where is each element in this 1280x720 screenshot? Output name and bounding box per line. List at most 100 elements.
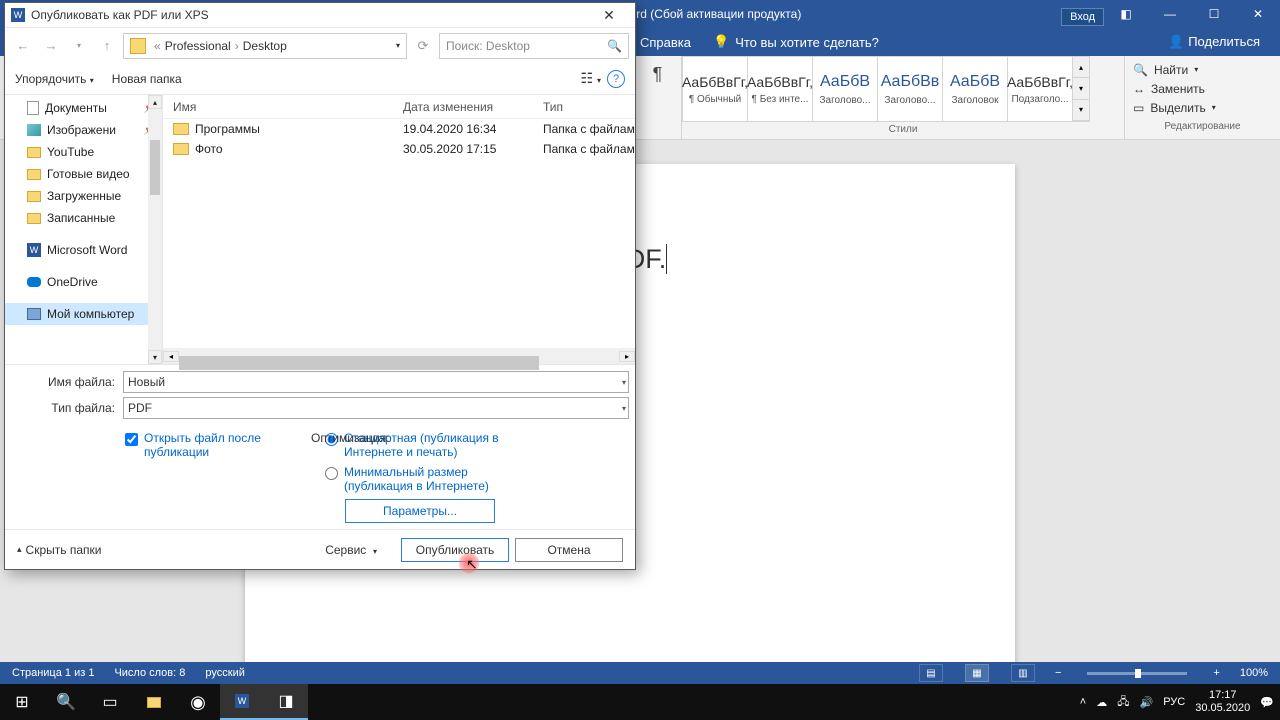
file-row[interactable]: Фото30.05.2020 17:15Папка с файлам xyxy=(163,139,635,159)
share-button[interactable]: 👤 Поделиться xyxy=(1168,34,1260,50)
ribbon-display-icon[interactable]: ◧ xyxy=(1104,0,1148,28)
tree-item[interactable]: Записанные xyxy=(5,207,162,229)
dialog-title: Опубликовать как PDF или XPS xyxy=(31,8,209,22)
file-list: Имя Дата изменения Тип Программы19.04.20… xyxy=(163,95,635,364)
service-button[interactable]: Сервис ▾ xyxy=(325,543,377,557)
onedrive-tray-icon[interactable]: ☁ xyxy=(1096,696,1107,709)
breadcrumb[interactable]: « Professional › Desktop ▾ xyxy=(123,33,407,59)
chevron-up-icon: ▴ xyxy=(17,544,22,555)
word-login-button[interactable]: Вход xyxy=(1061,8,1104,26)
opt-min-radio[interactable]: Минимальный размер (публикация в Интерне… xyxy=(325,465,515,493)
zoom-slider[interactable] xyxy=(1087,672,1187,675)
tree-item[interactable]: Изображени📌 xyxy=(5,119,162,141)
word-taskbar-button[interactable]: W xyxy=(220,684,264,720)
zoom-value[interactable]: 100% xyxy=(1240,667,1268,679)
tree-item[interactable]: WMicrosoft Word xyxy=(5,239,162,261)
dialog-titlebar: W Опубликовать как PDF или XPS ✕ xyxy=(5,3,635,27)
bulb-icon: 💡 xyxy=(713,34,729,50)
organize-button[interactable]: Упорядочить ▾ xyxy=(15,72,94,86)
start-button[interactable]: ⊞ xyxy=(0,684,44,720)
explorer-button[interactable] xyxy=(132,684,176,720)
network-tray-icon[interactable]: 🖧 xyxy=(1117,693,1129,712)
optimization-label: Оптимизация: xyxy=(311,431,390,445)
zoom-in-icon[interactable]: + xyxy=(1213,667,1219,679)
folder-icon xyxy=(130,38,146,54)
language-indicator[interactable]: РУС xyxy=(1163,696,1185,708)
help-icon[interactable]: ? xyxy=(607,70,625,88)
search-input[interactable]: Поиск: Desktop 🔍 xyxy=(439,33,629,59)
taskbar: ⊞ 🔍 ▭ ◉ W ◨ ˄ ☁ 🖧 🔊 РУС 17:1730.05.2020 … xyxy=(0,684,1280,720)
status-lang[interactable]: русский xyxy=(205,667,244,679)
replace-button[interactable]: ↔Заменить xyxy=(1133,79,1272,98)
dialog-footer: ▴Скрыть папки Сервис ▾ Опубликовать Отме… xyxy=(5,529,635,569)
cancel-button[interactable]: Отмена xyxy=(515,538,623,562)
search-icon: 🔍 xyxy=(1133,63,1148,77)
tree-item[interactable]: Документы📌 xyxy=(5,97,162,119)
close-icon[interactable]: ✕ xyxy=(1236,0,1280,28)
style-button[interactable]: АаБбВвЗаголово... xyxy=(877,56,943,122)
dialog-toolbar: Упорядочить ▾ Новая папка ☷ ▾ ? xyxy=(5,63,635,95)
tree-scrollbar[interactable]: ▴▾ xyxy=(148,95,162,364)
zoom-out-icon[interactable]: − xyxy=(1055,667,1061,679)
paragraph-marks-icon[interactable]: ¶ xyxy=(634,56,682,139)
tray-chevron-icon[interactable]: ˄ xyxy=(1080,696,1086,708)
dialog-close-icon[interactable]: ✕ xyxy=(589,7,629,24)
status-page[interactable]: Страница 1 из 1 xyxy=(12,667,94,679)
folder-tree[interactable]: Документы📌Изображени📌YouTubeГотовые виде… xyxy=(5,95,163,364)
publish-button[interactable]: Опубликовать xyxy=(401,538,509,562)
style-button[interactable]: АаБбВЗаголово... xyxy=(812,56,878,122)
search-icon: 🔍 xyxy=(607,39,622,53)
replace-icon: ↔ xyxy=(1133,82,1145,96)
tree-item[interactable]: Мой компьютер xyxy=(5,303,162,325)
notifications-icon[interactable]: 💬 xyxy=(1260,696,1274,709)
tree-item[interactable]: YouTube xyxy=(5,141,162,163)
style-button[interactable]: АаБбВЗаголовок xyxy=(942,56,1008,122)
tab-help[interactable]: Справка xyxy=(640,35,691,50)
open-after-checkbox[interactable]: Открыть файл после публикации xyxy=(125,431,285,523)
tree-item[interactable]: Готовые видео xyxy=(5,163,162,185)
file-fields: Имя файла: Новый▾ Тип файла: PDF▾ xyxy=(5,364,635,425)
maximize-icon[interactable]: ☐ xyxy=(1192,0,1236,28)
publish-pdf-dialog: W Опубликовать как PDF или XPS ✕ ← → ▾ ↑… xyxy=(4,2,636,570)
refresh-icon[interactable]: ⟳ xyxy=(411,34,435,58)
tell-me[interactable]: 💡Что вы хотите сделать? xyxy=(713,34,879,50)
tree-item[interactable]: Загруженные xyxy=(5,185,162,207)
filename-input[interactable]: Новый▾ xyxy=(123,371,629,393)
volume-tray-icon[interactable]: 🔊 xyxy=(1140,696,1154,709)
minimize-icon[interactable]: — xyxy=(1148,0,1192,28)
view-read-icon[interactable]: ▤ xyxy=(919,664,943,682)
styles-label: Стили xyxy=(682,122,1124,138)
chrome-button[interactable]: ◉ xyxy=(176,684,220,720)
style-button[interactable]: АаБбВвГг,Подзаголо... xyxy=(1007,56,1073,122)
filetype-select[interactable]: PDF▾ xyxy=(123,397,629,419)
find-button[interactable]: 🔍Найти ▾ xyxy=(1133,60,1272,79)
system-tray: ˄ ☁ 🖧 🔊 РУС 17:1730.05.2020 💬 xyxy=(1080,689,1280,715)
search-button[interactable]: 🔍 xyxy=(44,684,88,720)
style-button[interactable]: АаБбВвГг,¶ Обычный xyxy=(682,56,748,122)
parameters-button[interactable]: Параметры... xyxy=(345,499,495,523)
status-words[interactable]: Число слов: 8 xyxy=(114,667,185,679)
hide-folders-button[interactable]: ▴Скрыть папки xyxy=(17,543,101,557)
file-row[interactable]: Программы19.04.2020 16:34Папка с файлам xyxy=(163,119,635,139)
nav-recent-icon[interactable]: ▾ xyxy=(67,34,91,58)
tree-item[interactable]: OneDrive xyxy=(5,271,162,293)
select-icon: ▭ xyxy=(1133,101,1144,115)
horizontal-scrollbar[interactable]: ◂▸ xyxy=(163,348,635,364)
task-view-button[interactable]: ▭ xyxy=(88,684,132,720)
clock[interactable]: 17:1730.05.2020 xyxy=(1195,689,1250,715)
editing-group: 🔍Найти ▾ ↔Заменить ▭Выделить ▾ Редактиро… xyxy=(1125,56,1280,139)
select-button[interactable]: ▭Выделить ▾ xyxy=(1133,98,1272,117)
app-taskbar-button[interactable]: ◨ xyxy=(264,684,308,720)
view-options-icon[interactable]: ☷ ▾ xyxy=(581,70,601,87)
nav-back-icon[interactable]: ← xyxy=(11,34,35,58)
new-folder-button[interactable]: Новая папка xyxy=(112,72,182,86)
style-button[interactable]: АаБбВвГг,¶ Без инте... xyxy=(747,56,813,122)
view-print-icon[interactable]: ▦ xyxy=(965,664,989,682)
nav-up-icon[interactable]: ↑ xyxy=(95,34,119,58)
view-web-icon[interactable]: ▥ xyxy=(1011,664,1035,682)
word-status-bar: Страница 1 из 1 Число слов: 8 русский ▤ … xyxy=(0,662,1280,684)
column-headers[interactable]: Имя Дата изменения Тип xyxy=(163,95,635,119)
options-area: Открыть файл после публикации Оптимизаци… xyxy=(5,425,635,529)
chevron-down-icon[interactable]: ▾ xyxy=(396,41,400,50)
editing-label: Редактирование xyxy=(1133,119,1272,135)
